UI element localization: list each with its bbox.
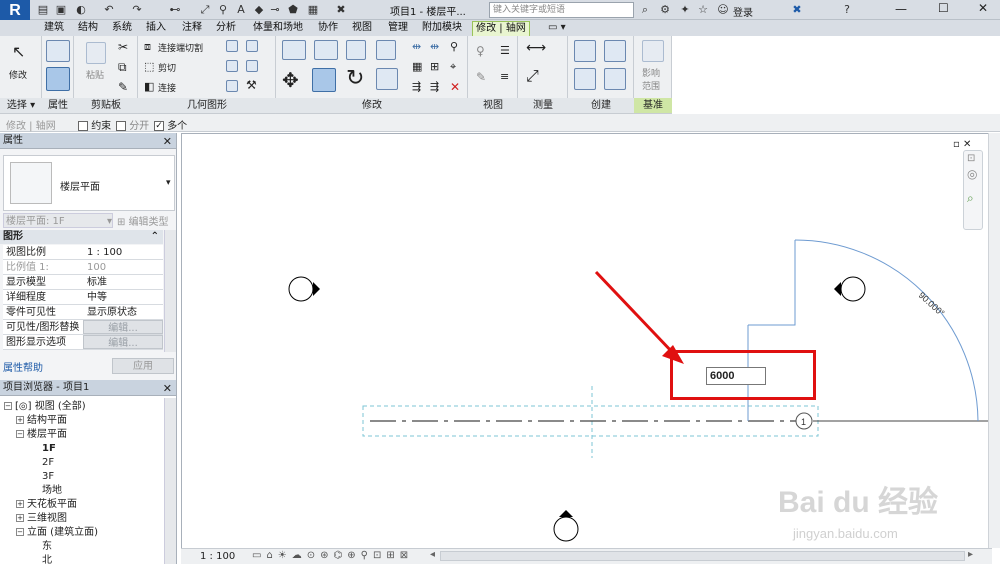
- annotation-arrow: [594, 270, 676, 356]
- scroll-right-icon[interactable]: ▸: [968, 549, 973, 560]
- elevation-marker-east[interactable]: [834, 276, 866, 302]
- view-control-icons[interactable]: ▭⌂☀☁⊙⊛⌬⊕⚲⊡⊞⊠: [252, 550, 413, 561]
- scroll-left-icon[interactable]: ◂: [430, 549, 435, 560]
- elevation-marker-south[interactable]: [553, 510, 579, 542]
- vertical-scrollbar[interactable]: [988, 133, 1000, 548]
- watermark-logo: Bai du 经验: [778, 485, 938, 519]
- watermark-url: jingyan.baidu.com: [792, 526, 898, 541]
- grid-bubble-label: 1: [801, 417, 806, 427]
- close-view-icon[interactable]: ▫ ✕: [953, 139, 971, 150]
- steering-wheel-icon[interactable]: ◎: [967, 167, 977, 181]
- angle-arc: [794, 239, 979, 422]
- dropdown-icon[interactable]: ⊡: [967, 153, 975, 164]
- navigation-bar: ⊡ ◎ ⌕: [963, 150, 983, 230]
- zoom-icon[interactable]: ⌕: [967, 191, 974, 206]
- drawing-overlay: 1 90.000° Bai du 经验 jingyan.baidu.com: [288, 239, 988, 542]
- view-scale[interactable]: 1 : 100: [200, 551, 235, 562]
- horizontal-scrollbar[interactable]: [440, 551, 965, 561]
- dimension-input[interactable]: 6000: [706, 367, 766, 385]
- angle-label: 90.000°: [917, 290, 947, 319]
- elevation-marker-west[interactable]: [288, 276, 320, 302]
